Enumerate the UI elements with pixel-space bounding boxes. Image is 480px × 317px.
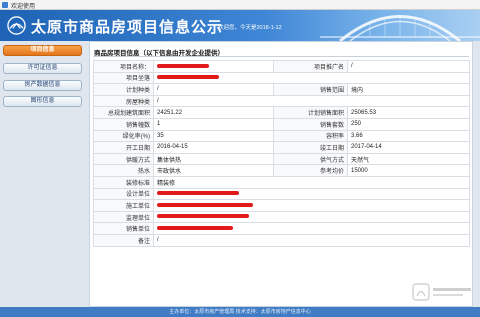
row-label: 热水 (93, 164, 154, 177)
row-label: 项目推广名 (273, 60, 348, 73)
app-icon (2, 2, 8, 8)
row-label: 容积率 (273, 129, 348, 143)
row-label: 绿化率(%) (93, 129, 154, 143)
design-unit-value (153, 187, 470, 201)
row-label: 供暖方式 (93, 152, 154, 166)
row-value: / (153, 94, 470, 108)
row-label: 竣工日期 (273, 141, 348, 154)
row-label: 销售单位 (93, 222, 154, 235)
row-value: 精装修 (153, 175, 470, 189)
row-value: 24251.22 (153, 106, 274, 119)
supervision-unit-value (153, 210, 470, 224)
table-row: 供暖方式 集体供热 供气方式 天然气 (93, 152, 470, 166)
redaction-mark (157, 226, 233, 231)
row-label: 销售幢数 (93, 117, 154, 131)
row-value: 天然气 (347, 152, 470, 166)
row-value: 250 (347, 117, 470, 131)
redaction-mark (157, 191, 239, 196)
row-value: / (153, 233, 470, 247)
redaction-mark (157, 75, 219, 80)
project-location-value (153, 71, 470, 85)
row-label: 总规划建筑面积 (93, 106, 154, 119)
table-row: 设计单位 (93, 187, 470, 201)
row-value: / (153, 83, 274, 96)
welcome-text: 欢迎您，今天是2018-1-12 (218, 25, 282, 31)
row-value: 境内 (347, 83, 470, 96)
row-label: 监理单位 (93, 210, 154, 224)
table-row: 施工单位 (93, 199, 470, 212)
sidebar-item-property-data[interactable]: 房产数据信息 (3, 80, 82, 91)
row-label: 计划种类 (93, 83, 154, 96)
row-value: 3.66 (347, 129, 470, 143)
table-row: 装修标准 精装修 (93, 175, 470, 189)
table-row: 计划种类 / 销售范围 境内 (93, 83, 470, 96)
row-value: 25065.53 (347, 106, 470, 119)
site-title: 太原市商品房项目信息公示 (31, 18, 224, 36)
row-label: 供气方式 (273, 152, 348, 166)
row-value: 1 (153, 117, 274, 131)
table-row: 开工日期 2016-04-15 竣工日期 2017-04-14 (93, 141, 470, 154)
redaction-mark (157, 63, 209, 68)
table-row: 项目坐落 (93, 71, 470, 85)
row-label: 设计单位 (93, 187, 154, 201)
row-value: 市政供水 (153, 164, 274, 177)
row-label: 销售套数 (273, 117, 348, 131)
row-label: 房屋种类 (93, 94, 154, 108)
sidebar-item-graphic-info[interactable]: 图形信息 (3, 96, 82, 107)
row-label: 计划销售面积 (273, 106, 348, 119)
window-titlebar: 欢迎使用 (0, 0, 480, 10)
row-label: 参考均价 (273, 164, 348, 177)
row-label: 项目坐落 (93, 71, 154, 85)
redaction-mark (157, 214, 249, 219)
table-row: 项目名称： 项目推广名 / (93, 60, 470, 73)
project-name-value (153, 60, 274, 73)
watermark-logo (412, 283, 471, 301)
row-label: 销售范围 (273, 83, 348, 96)
table-row: 销售幢数 1 销售套数 250 (93, 117, 470, 131)
row-label: 施工单位 (93, 199, 154, 212)
footer: 主办单位：太原市房产管理局 技术支持：太原市房地产信息中心 (0, 307, 480, 317)
logo-icon (7, 16, 26, 35)
table-row: 销售单位 (93, 222, 470, 235)
row-label: 项目名称： (93, 60, 154, 73)
table-row: 热水 市政供水 参考均价 15000 (93, 164, 470, 177)
header-banner: 太原市商品房项目信息公示 欢迎您，今天是2018-1-12 (0, 10, 480, 41)
bridge-illustration (320, 15, 480, 41)
row-value: 15000 (347, 164, 470, 177)
row-value: 2017-04-14 (347, 141, 470, 154)
window-title: 欢迎使用 (11, 4, 36, 10)
table-row: 房屋种类 / (93, 94, 470, 108)
project-info-table: 项目名称： 项目推广名 / 项目坐落 计划种类 / 销售范围 境内 房屋种类 /… (93, 60, 470, 247)
row-label: 备注 (93, 233, 154, 247)
redaction-mark (157, 202, 253, 207)
table-row: 备注 / (93, 233, 470, 247)
row-label: 开工日期 (93, 141, 154, 154)
sidebar: 项目信息 许可证信息 房产数据信息 图形信息 (0, 41, 86, 307)
section-divider (93, 56, 469, 57)
sidebar-item-license-info[interactable]: 许可证信息 (3, 63, 82, 74)
sidebar-item-project-info[interactable]: 项目信息 (3, 45, 82, 56)
table-row: 绿化率(%) 35 容积率 3.66 (93, 129, 470, 143)
construction-unit-value (153, 199, 470, 212)
row-value: / (347, 60, 470, 73)
row-label: 装修标准 (93, 175, 154, 189)
table-row: 监理单位 (93, 210, 470, 224)
sales-unit-value (153, 222, 470, 235)
table-row: 总规划建筑面积 24251.22 计划销售面积 25065.53 (93, 106, 470, 119)
row-value: 2016-04-15 (153, 141, 274, 154)
main-panel: 商品房项目信息（以下信息由开发企业提供） 项目名称： 项目推广名 / 项目坐落 … (89, 41, 473, 307)
row-value: 35 (153, 129, 274, 143)
row-value: 集体供热 (153, 152, 274, 166)
